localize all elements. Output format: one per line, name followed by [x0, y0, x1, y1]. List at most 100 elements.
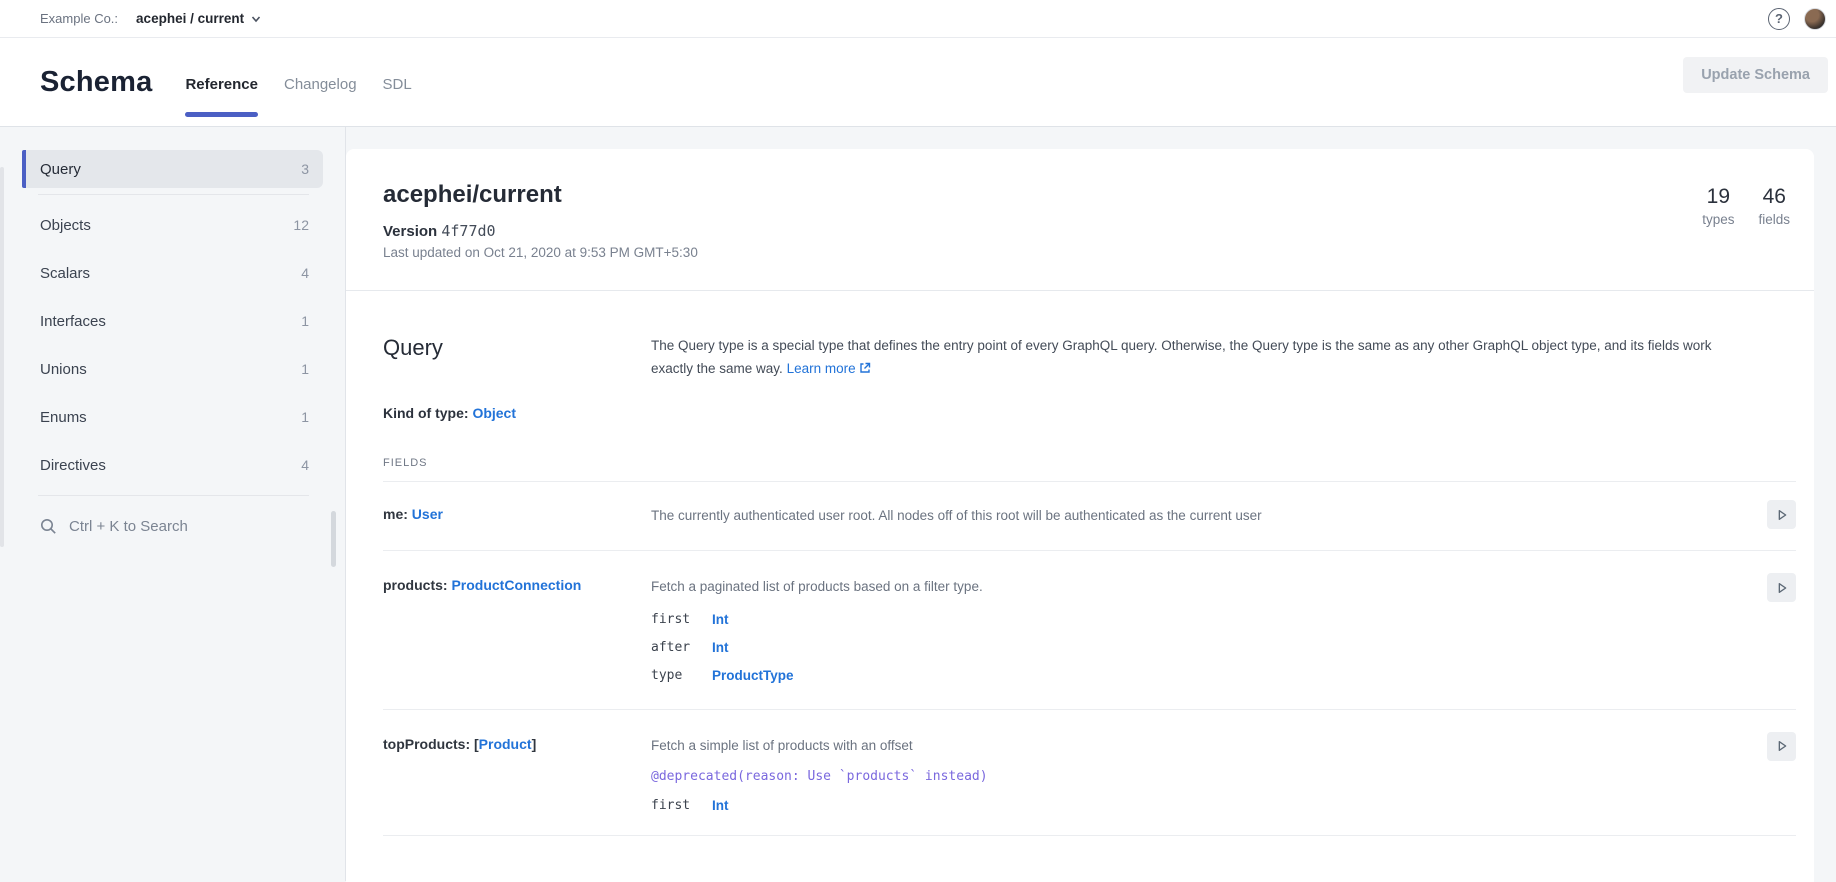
type-section-query: Query Kind of type: Object FIELDS The Qu…	[346, 291, 1814, 836]
run-in-explorer-button[interactable]	[1767, 500, 1796, 529]
arg-type-link[interactable]: ProductType	[712, 668, 794, 683]
tab-bar: Reference Changelog SDL	[185, 38, 411, 126]
arg-name: type	[651, 668, 712, 683]
stat-types-label: types	[1702, 212, 1734, 227]
tab-sdl[interactable]: SDL	[383, 38, 412, 126]
stat-fields-label: fields	[1758, 212, 1790, 227]
play-icon	[1774, 580, 1790, 596]
type-description: The Query type is a special type that de…	[651, 335, 1736, 381]
tab-sdl-label: SDL	[383, 76, 412, 93]
sidebar-item-label: Query	[40, 161, 81, 178]
stat-fields-value: 46	[1763, 185, 1786, 209]
deprecated-annotation: @deprecated(reason: Use `products` inste…	[651, 769, 1736, 784]
arg-name: after	[651, 640, 712, 655]
sidebar-section-divider	[38, 495, 309, 496]
arg-row: after Int	[651, 640, 1736, 655]
field-name-text: topProducts:	[383, 736, 474, 752]
learn-more-link[interactable]: Learn more	[787, 361, 871, 376]
last-updated: Last updated on Oct 21, 2020 at 9:53 PM …	[383, 245, 1796, 260]
fields-section-label: FIELDS	[383, 457, 651, 469]
arg-row: first Int	[651, 612, 1736, 627]
sidebar-item-label: Unions	[40, 361, 87, 378]
chevron-down-icon	[251, 14, 261, 24]
play-icon	[1774, 507, 1790, 523]
arg-name: first	[651, 612, 712, 627]
sidebar-item-count: 1	[301, 313, 309, 329]
user-avatar[interactable]	[1804, 8, 1826, 30]
field-row-me: me: User The currently authenticated use…	[383, 482, 1796, 551]
graph-selector-value: acephei / current	[136, 11, 244, 26]
sidebar-item-count: 12	[293, 217, 309, 233]
sidebar-item-objects[interactable]: Objects 12	[0, 201, 345, 249]
kind-value-link[interactable]: Object	[472, 405, 516, 421]
top-bar: Example Co.: acephei / current ?	[0, 0, 1836, 38]
arg-type-link[interactable]: Int	[712, 640, 729, 655]
stat-types: 19 types	[1702, 185, 1734, 227]
page-header: Schema Reference Changelog SDL Update Sc…	[0, 38, 1836, 127]
sidebar-item-label: Directives	[40, 457, 106, 474]
tab-changelog[interactable]: Changelog	[284, 38, 357, 126]
sidebar-item-count: 1	[301, 361, 309, 377]
schema-sidebar: Query 3 Objects 12 Scalars 4 Interfaces …	[0, 127, 345, 881]
help-icon[interactable]: ?	[1768, 8, 1790, 30]
run-in-explorer-button[interactable]	[1767, 573, 1796, 602]
field-type-link[interactable]: ProductConnection	[451, 577, 581, 593]
org-label: Example Co.:	[40, 11, 118, 26]
sidebar-item-unions[interactable]: Unions 1	[0, 345, 345, 393]
field-name: me: User	[383, 506, 443, 522]
arg-name: first	[651, 798, 712, 813]
update-schema-button[interactable]: Update Schema	[1683, 57, 1828, 93]
search-hint: Ctrl + K to Search	[69, 518, 188, 535]
sidebar-item-label: Enums	[40, 409, 87, 426]
sidebar-item-directives[interactable]: Directives 4	[0, 441, 345, 489]
field-name-text: me:	[383, 506, 412, 522]
sidebar-item-label: Objects	[40, 217, 91, 234]
page-title: Schema	[40, 66, 152, 99]
type-name: Query	[383, 335, 651, 361]
sidebar-scrollbar-thumb[interactable]	[331, 511, 336, 567]
field-type-link[interactable]: Product	[479, 736, 532, 752]
external-link-icon	[859, 362, 871, 374]
field-row-products: products: ProductConnection Fetch a pagi…	[383, 551, 1796, 709]
version-value: 4f77d0	[441, 222, 495, 240]
stat-fields: 46 fields	[1758, 185, 1790, 227]
active-item-bar	[22, 150, 26, 188]
sidebar-section-divider	[38, 194, 309, 195]
field-description: Fetch a paginated list of products based…	[651, 577, 1736, 597]
learn-more-label: Learn more	[787, 361, 856, 376]
sidebar-item-count: 4	[301, 265, 309, 281]
sidebar-item-enums[interactable]: Enums 1	[0, 393, 345, 441]
tab-reference[interactable]: Reference	[185, 38, 258, 126]
topbar-right-group: ?	[1768, 8, 1826, 30]
type-bracket-close: ]	[532, 736, 537, 752]
search-icon	[40, 518, 57, 535]
sidebar-item-query[interactable]: Query 3	[22, 150, 323, 188]
schema-search[interactable]: Ctrl + K to Search	[0, 504, 345, 549]
sidebar-item-scalars[interactable]: Scalars 4	[0, 249, 345, 297]
sidebar-item-label: Scalars	[40, 265, 90, 282]
field-description: The currently authenticated user root. A…	[651, 506, 1736, 526]
kind-label: Kind of type:	[383, 405, 472, 421]
arg-type-link[interactable]: Int	[712, 798, 729, 813]
active-tab-indicator	[185, 112, 258, 117]
schema-stats: 19 types 46 fields	[1702, 185, 1790, 227]
play-icon	[1774, 738, 1790, 754]
stat-types-value: 19	[1707, 185, 1730, 209]
field-name-text: products:	[383, 577, 451, 593]
field-row-top-products: topProducts: [Product] Fetch a simple li…	[383, 710, 1796, 836]
kind-of-type: Kind of type: Object	[383, 405, 651, 421]
field-type-link[interactable]: User	[412, 506, 443, 522]
graph-selector-dropdown[interactable]: acephei / current	[136, 11, 261, 26]
help-glyph: ?	[1775, 11, 1783, 26]
tab-changelog-label: Changelog	[284, 76, 357, 93]
arg-type-link[interactable]: Int	[712, 612, 729, 627]
version-label: Version	[383, 223, 437, 240]
run-in-explorer-button[interactable]	[1767, 732, 1796, 761]
sidebar-item-count: 3	[301, 161, 309, 177]
graph-summary: acephei/current Version 4f77d0 Last upda…	[346, 149, 1814, 291]
sidebar-item-count: 4	[301, 457, 309, 473]
field-description: Fetch a simple list of products with an …	[651, 736, 1736, 756]
schema-card: acephei/current Version 4f77d0 Last upda…	[346, 149, 1814, 882]
sidebar-item-interfaces[interactable]: Interfaces 1	[0, 297, 345, 345]
version-line: Version 4f77d0	[383, 222, 1796, 240]
